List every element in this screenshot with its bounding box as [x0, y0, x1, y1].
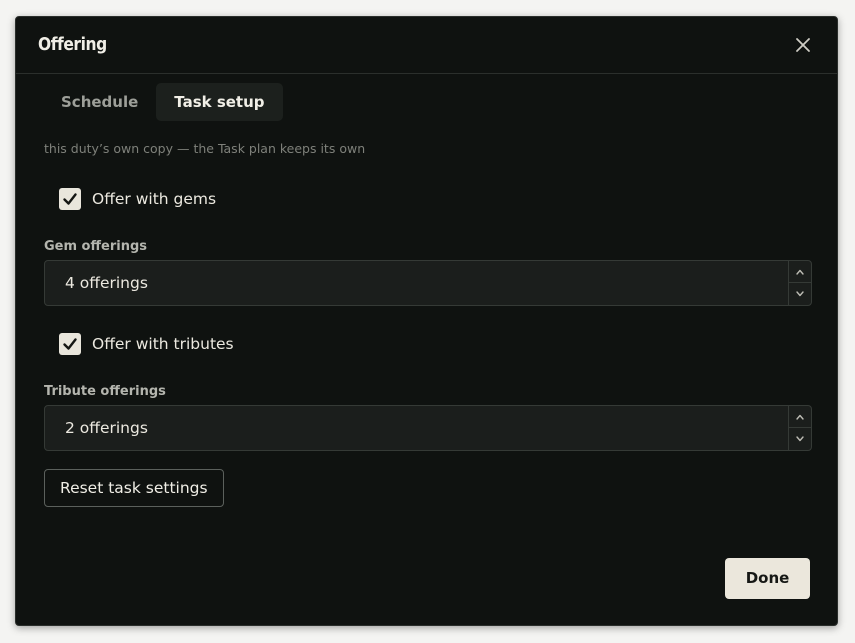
offer-with-gems-checkbox[interactable] [59, 188, 81, 210]
hint-text: this duty’s own copy — the Task plan kee… [44, 141, 366, 156]
checkmark-icon [63, 193, 77, 205]
dialog-header: Offering [16, 17, 837, 74]
chevron-down-icon [796, 436, 804, 442]
tribute-offerings-label: Tribute offerings [44, 384, 166, 399]
tribute-offerings-stepper[interactable]: 2 offerings [44, 405, 812, 451]
tribute-offerings-value[interactable]: 2 offerings [65, 406, 148, 450]
gem-offerings-stepper[interactable]: 4 offerings [44, 260, 812, 306]
tab-schedule[interactable]: Schedule [43, 83, 156, 121]
tribute-offerings-decrement[interactable] [789, 428, 811, 450]
offer-with-gems-label: Offer with gems [92, 190, 217, 208]
dialog-title: Offering [38, 34, 107, 55]
chevron-down-icon [796, 291, 804, 297]
tribute-offerings-spin-buttons [788, 406, 811, 450]
gem-offerings-value[interactable]: 4 offerings [65, 261, 148, 305]
gem-offerings-spin-buttons [788, 261, 811, 305]
offering-dialog: Offering Schedule Task setup this duty’s… [15, 16, 838, 626]
chevron-up-icon [796, 414, 804, 420]
checkmark-icon [63, 338, 77, 350]
offer-with-tributes-checkbox[interactable] [59, 333, 81, 355]
offer-with-tributes-label: Offer with tributes [92, 335, 234, 353]
close-icon [796, 38, 810, 52]
chevron-up-icon [796, 269, 804, 275]
tab-bar: Schedule Task setup [43, 83, 283, 121]
gem-offerings-label: Gem offerings [44, 239, 148, 254]
tribute-offerings-increment[interactable] [789, 406, 811, 428]
tab-task-setup[interactable]: Task setup [156, 83, 283, 121]
gem-offerings-decrement[interactable] [789, 283, 811, 305]
reset-task-settings-button[interactable]: Reset task settings [44, 469, 224, 507]
close-button[interactable] [793, 35, 813, 55]
gem-offerings-increment[interactable] [789, 261, 811, 283]
offer-with-tributes-checkbox-row[interactable]: Offer with tributes [59, 333, 234, 355]
offer-with-gems-checkbox-row[interactable]: Offer with gems [59, 188, 216, 210]
done-button[interactable]: Done [725, 558, 810, 599]
